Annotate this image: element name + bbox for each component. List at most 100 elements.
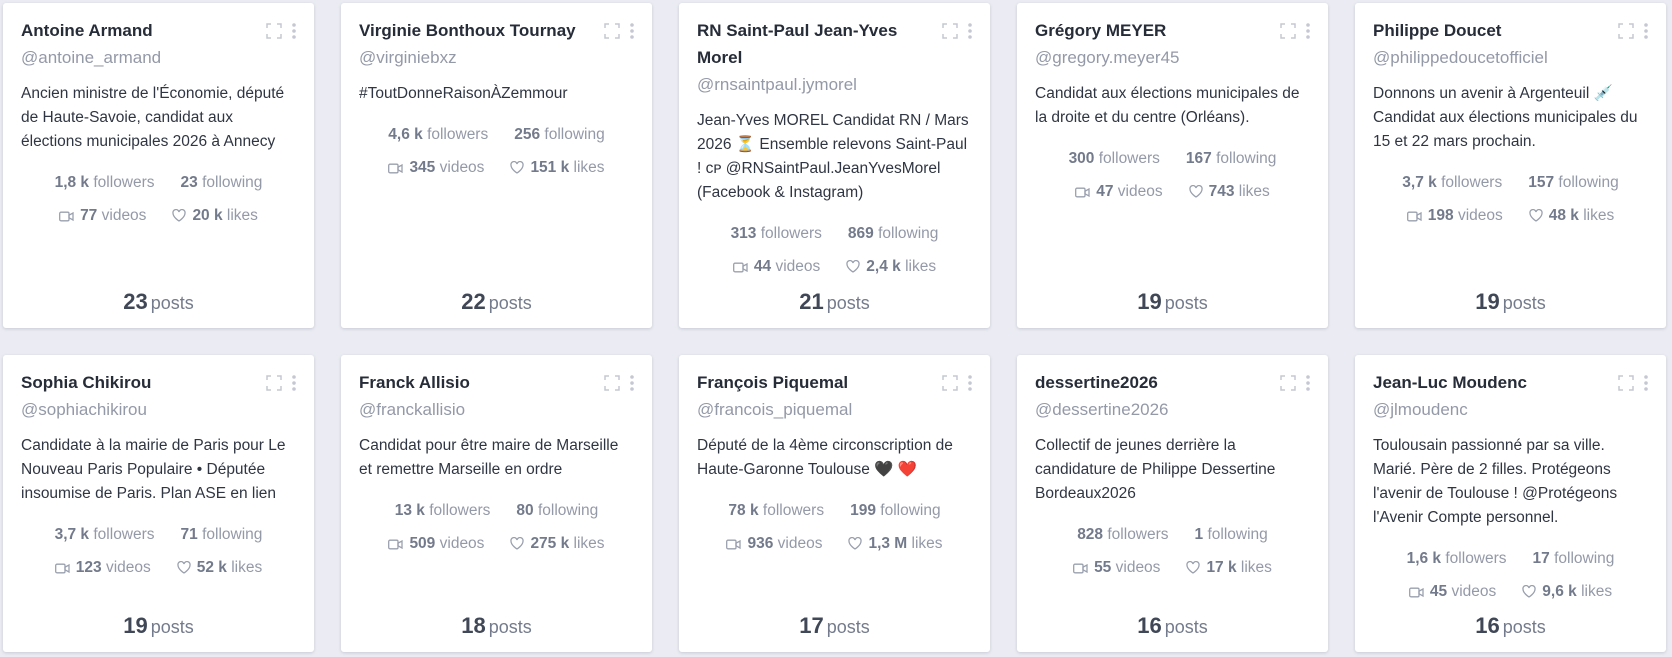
following-stat: 157 following [1528, 174, 1619, 191]
profile-bio: Donnons un avenir à Argenteuil 💉 Candida… [1373, 85, 1638, 150]
profile-handle[interactable]: @jlmoudenc [1373, 397, 1600, 422]
more-options-icon[interactable] [630, 375, 634, 391]
profile-handle[interactable]: @francois_piquemal [697, 397, 924, 422]
posts-count: 22 posts [461, 289, 532, 314]
profile-card[interactable]: François Piquemal @francois_piquemal Dép… [679, 355, 990, 652]
profile-stats: 313 followers 869 following 44 videos 2,… [697, 217, 972, 285]
profile-card[interactable]: Grégory MEYER @gregory.meyer45 Candidat … [1017, 3, 1328, 328]
profile-name[interactable]: Virginie Bonthoux Tournay [359, 17, 586, 44]
video-camera-icon [59, 201, 74, 234]
profile-handle[interactable]: @dessertine2026 [1035, 397, 1262, 422]
followers-stat: 1,8 k followers [54, 174, 155, 191]
expand-icon[interactable] [942, 375, 958, 391]
posts-count: 16 posts [1475, 613, 1546, 638]
profile-name[interactable]: Franck Allisio [359, 369, 586, 396]
following-stat: 167 following [1185, 150, 1277, 167]
profile-bio: Député de la 4ème circonscription de Hau… [697, 437, 953, 478]
profile-stats: 300 followers 167 following 47 videos 74… [1035, 142, 1310, 210]
more-options-icon[interactable] [968, 23, 972, 39]
profile-card[interactable]: RN Saint-Paul Jean-Yves Morel @rnsaintpa… [679, 3, 990, 328]
heart-icon [1522, 577, 1536, 610]
profile-name[interactable]: Jean-Luc Moudenc [1373, 369, 1600, 396]
profile-bio: Collectif de jeunes derrière la candidat… [1035, 437, 1276, 502]
profile-bio: Toulousain passionné par sa ville. Marié… [1373, 437, 1618, 526]
videos-stat: 123 videos [54, 551, 151, 586]
profile-card[interactable]: Sophia Chikirou @sophiachikirou Candidat… [3, 355, 314, 652]
more-options-icon[interactable] [630, 23, 634, 39]
video-camera-icon [54, 553, 70, 586]
profile-name[interactable]: Grégory MEYER [1035, 17, 1262, 44]
videos-stat: 77 videos [59, 199, 146, 234]
more-options-icon[interactable] [292, 375, 296, 391]
more-options-icon[interactable] [1644, 375, 1648, 391]
profile-name[interactable]: Philippe Doucet [1373, 17, 1600, 44]
profile-handle[interactable]: @philippedoucetofficiel [1373, 45, 1600, 70]
video-camera-icon [1073, 553, 1088, 586]
expand-icon[interactable] [942, 23, 958, 39]
followers-stat: 4,6 k followers [388, 126, 489, 143]
profile-bio: Jean-Yves MOREL Candidat RN / Mars 2026 … [697, 112, 969, 201]
profile-card[interactable]: Virginie Bonthoux Tournay @virginiebxz #… [341, 3, 652, 328]
more-options-icon[interactable] [1644, 23, 1648, 39]
heart-icon [172, 201, 187, 234]
likes-stat: 52 k likes [177, 551, 262, 586]
expand-icon[interactable] [1618, 23, 1634, 39]
video-camera-icon [732, 252, 748, 285]
posts-count: 17 posts [799, 613, 870, 638]
expand-icon[interactable] [266, 375, 282, 391]
expand-icon[interactable] [1618, 375, 1634, 391]
profile-bio: Candidat aux élections municipales de la… [1035, 85, 1300, 126]
profile-name[interactable]: RN Saint-Paul Jean-Yves Morel [697, 17, 924, 71]
posts-count: 19 posts [1137, 289, 1208, 314]
expand-icon[interactable] [604, 23, 620, 39]
videos-stat: 55 videos [1073, 551, 1160, 586]
followers-stat: 3,7 k followers [1402, 174, 1503, 191]
profile-stats: 3,7 k followers 71 following 123 videos … [21, 518, 296, 586]
likes-stat: 17 k likes [1186, 551, 1272, 586]
following-stat: 17 following [1532, 550, 1615, 567]
profile-card[interactable]: Franck Allisio @franckallisio Candidat p… [341, 355, 652, 652]
more-options-icon[interactable] [968, 375, 972, 391]
expand-icon[interactable] [1280, 23, 1296, 39]
following-stat: 199 following [850, 502, 941, 519]
likes-stat: 48 k likes [1529, 199, 1614, 234]
expand-icon[interactable] [1280, 375, 1296, 391]
profile-card[interactable]: dessertine2026 @dessertine2026 Collectif… [1017, 355, 1328, 652]
profile-stats: 4,6 k followers 256 following 345 videos… [359, 118, 634, 186]
likes-stat: 1,3 M likes [848, 527, 943, 562]
more-options-icon[interactable] [292, 23, 296, 39]
posts-count: 19 posts [1475, 289, 1546, 314]
profile-stats: 1,6 k followers 17 following 45 videos 9… [1373, 542, 1648, 610]
profile-handle[interactable]: @franckallisio [359, 397, 586, 422]
likes-stat: 743 likes [1188, 175, 1270, 210]
more-options-icon[interactable] [1306, 375, 1310, 391]
profile-name[interactable]: François Piquemal [697, 369, 924, 396]
video-camera-icon [388, 153, 404, 186]
profile-handle[interactable]: @virginiebxz [359, 45, 586, 70]
likes-stat: 9,6 k likes [1522, 575, 1612, 610]
profile-handle[interactable]: @rnsaintpaul.jymorel [697, 72, 924, 97]
video-camera-icon [1075, 177, 1090, 210]
expand-icon[interactable] [604, 375, 620, 391]
heart-icon [846, 252, 860, 285]
profile-name[interactable]: Sophia Chikirou [21, 369, 248, 396]
profile-card[interactable]: Jean-Luc Moudenc @jlmoudenc Toulousain p… [1355, 355, 1666, 652]
profile-card[interactable]: Antoine Armand @antoine_armand Ancien mi… [3, 3, 314, 328]
videos-stat: 345 videos [388, 151, 484, 186]
expand-icon[interactable] [266, 23, 282, 39]
following-stat: 23 following [180, 174, 263, 191]
heart-icon [1188, 177, 1203, 210]
profile-handle[interactable]: @antoine_armand [21, 45, 248, 70]
videos-stat: 509 videos [388, 527, 484, 562]
profile-handle[interactable]: @gregory.meyer45 [1035, 45, 1262, 70]
more-options-icon[interactable] [1306, 23, 1310, 39]
profile-card[interactable]: Philippe Doucet @philippedoucetofficiel … [1355, 3, 1666, 328]
followers-stat: 300 followers [1068, 150, 1160, 167]
heart-icon [510, 529, 525, 562]
followers-stat: 78 k followers [728, 502, 825, 519]
profile-name[interactable]: Antoine Armand [21, 17, 248, 44]
profile-handle[interactable]: @sophiachikirou [21, 397, 248, 422]
following-stat: 71 following [180, 526, 263, 543]
following-stat: 1 following [1194, 526, 1268, 543]
profile-name[interactable]: dessertine2026 [1035, 369, 1262, 396]
